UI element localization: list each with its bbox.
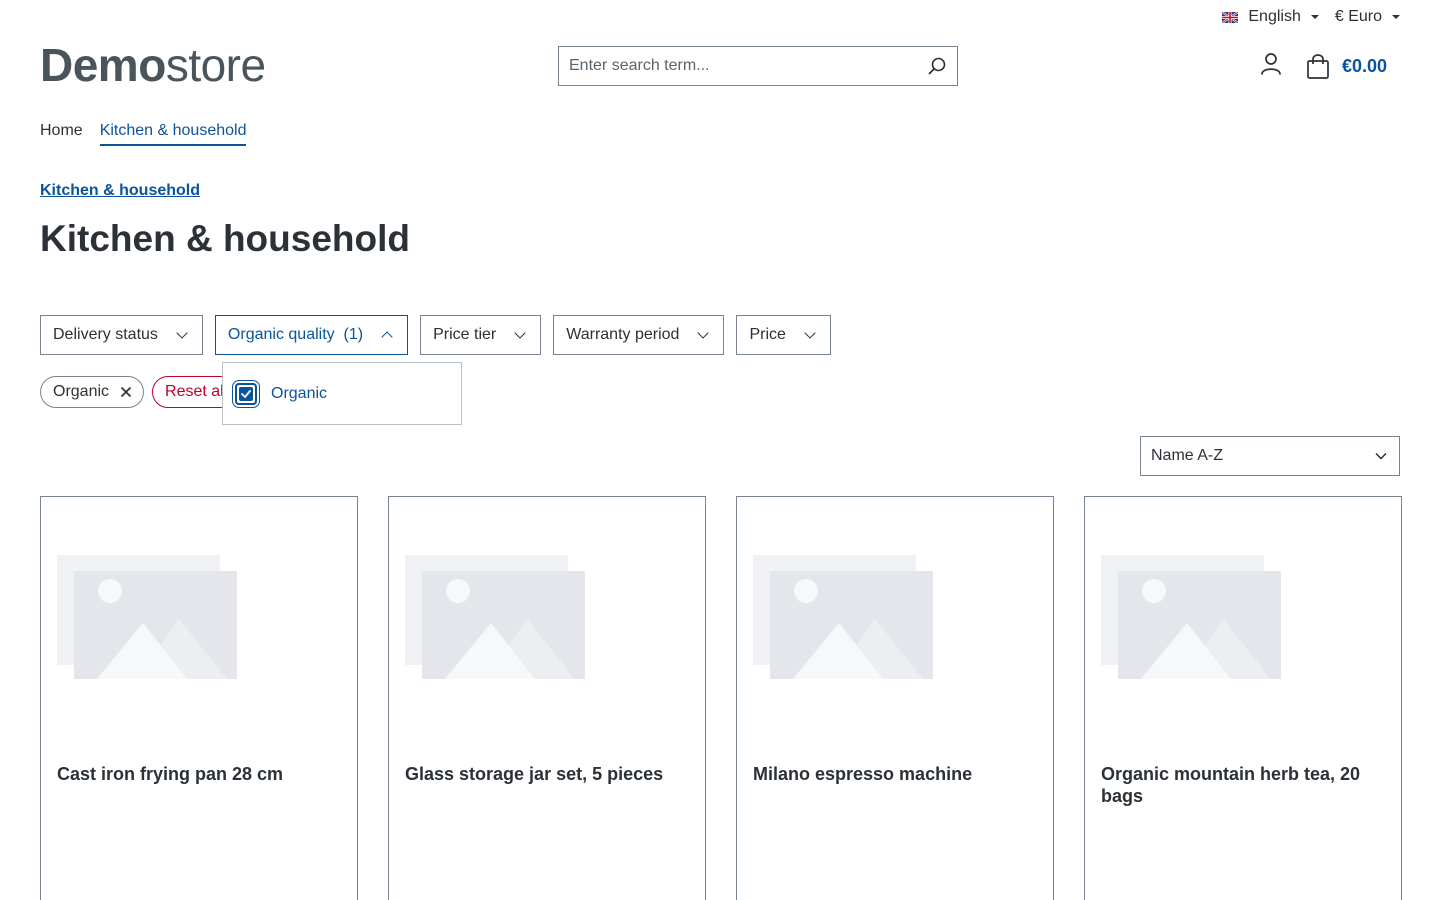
filter-organic-quality[interactable]: Organic quality (1) [214,315,409,355]
breadcrumb[interactable]: Kitchen & household [40,182,200,200]
image-placeholder-icon [405,555,585,679]
logo-light-text: store [165,39,266,91]
uk-flag-icon [1222,11,1239,23]
dropdown-option-label[interactable]: Organic [271,385,327,403]
filter-price-tier[interactable]: Price tier [420,315,542,355]
filter-label: Organic quality (1) [227,326,364,343]
caret-down-icon [1310,15,1319,19]
nav-item-kitchen-household[interactable]: Kitchen & household [99,122,247,146]
chevron-down-icon [514,327,526,339]
product-card[interactable]: Milano espresso machine [736,496,1054,900]
filter-delivery-status[interactable]: Delivery status [40,315,203,355]
chevron-up-icon [381,331,393,343]
active-filter-chip[interactable]: Organic [40,376,145,408]
caret-down-icon [1392,15,1400,19]
filter-label: Warranty period [566,326,680,343]
checkbox-check [239,386,253,401]
nav-item-home[interactable]: Home [40,122,83,146]
active-filters: Organic Reset all [40,376,253,408]
filter-price[interactable]: Price [736,315,831,355]
chevron-down-icon [1375,452,1387,460]
language-selector[interactable]: English [1222,8,1319,26]
cart-button[interactable]: €0.00 [1306,53,1387,80]
chevron-down-icon [804,327,816,339]
product-name[interactable]: Organic mountain herb tea, 20 bags [1101,763,1385,807]
organic-quality-dropdown: Organic [222,362,462,425]
filter-label: Price tier [433,326,497,343]
close-icon[interactable] [121,387,131,397]
product-name[interactable]: Milano espresso machine [753,763,1037,785]
account-button[interactable] [1260,52,1282,81]
product-name[interactable]: Glass storage jar set, 5 pieces [405,763,689,785]
shopping-bag-icon [1307,53,1329,79]
organic-checkbox[interactable] [235,382,257,405]
header-actions: €0.00 [1260,52,1387,81]
image-placeholder-icon [753,555,933,679]
chevron-down-icon [697,327,710,339]
search-input[interactable] [559,47,917,85]
cart-total: €0.00 [1341,56,1387,76]
search-icon [928,57,946,75]
product-grid: Cast iron frying pan 28 cm Glass storage… [40,496,1402,900]
sort-selected-value: Name A-Z [1151,447,1224,464]
filter-warranty-period[interactable]: Warranty period [553,315,725,355]
product-card[interactable]: Glass storage jar set, 5 pieces [388,496,706,900]
chip-label: Organic [53,383,110,400]
top-bar: English € Euro [1222,8,1400,26]
image-placeholder-icon [57,555,237,679]
product-card[interactable]: Organic mountain herb tea, 20 bags [1084,496,1402,900]
page-title: Kitchen & household [40,218,410,259]
image-placeholder-icon [1101,555,1281,679]
user-icon [1261,53,1281,75]
filter-label: Delivery status [53,326,158,343]
checkmark-icon [241,389,251,398]
currency-selector[interactable]: € Euro [1335,8,1400,26]
filter-label: Price [749,326,786,343]
currency-label: € Euro [1334,8,1382,25]
store-logo[interactable]: Demostore [40,38,266,92]
product-card[interactable]: Cast iron frying pan 28 cm [40,496,358,900]
filter-bar: Delivery status Organic quality (1) Pric… [40,315,831,355]
search-button[interactable] [917,47,957,85]
main-navigation: Home Kitchen & household [40,122,247,146]
search-bar [558,46,958,86]
chevron-down-icon [176,327,188,339]
language-label: English [1248,8,1301,25]
product-name[interactable]: Cast iron frying pan 28 cm [57,763,341,785]
logo-bold-text: Demo [40,39,166,91]
sort-select[interactable]: Name A-Z [1140,436,1400,476]
